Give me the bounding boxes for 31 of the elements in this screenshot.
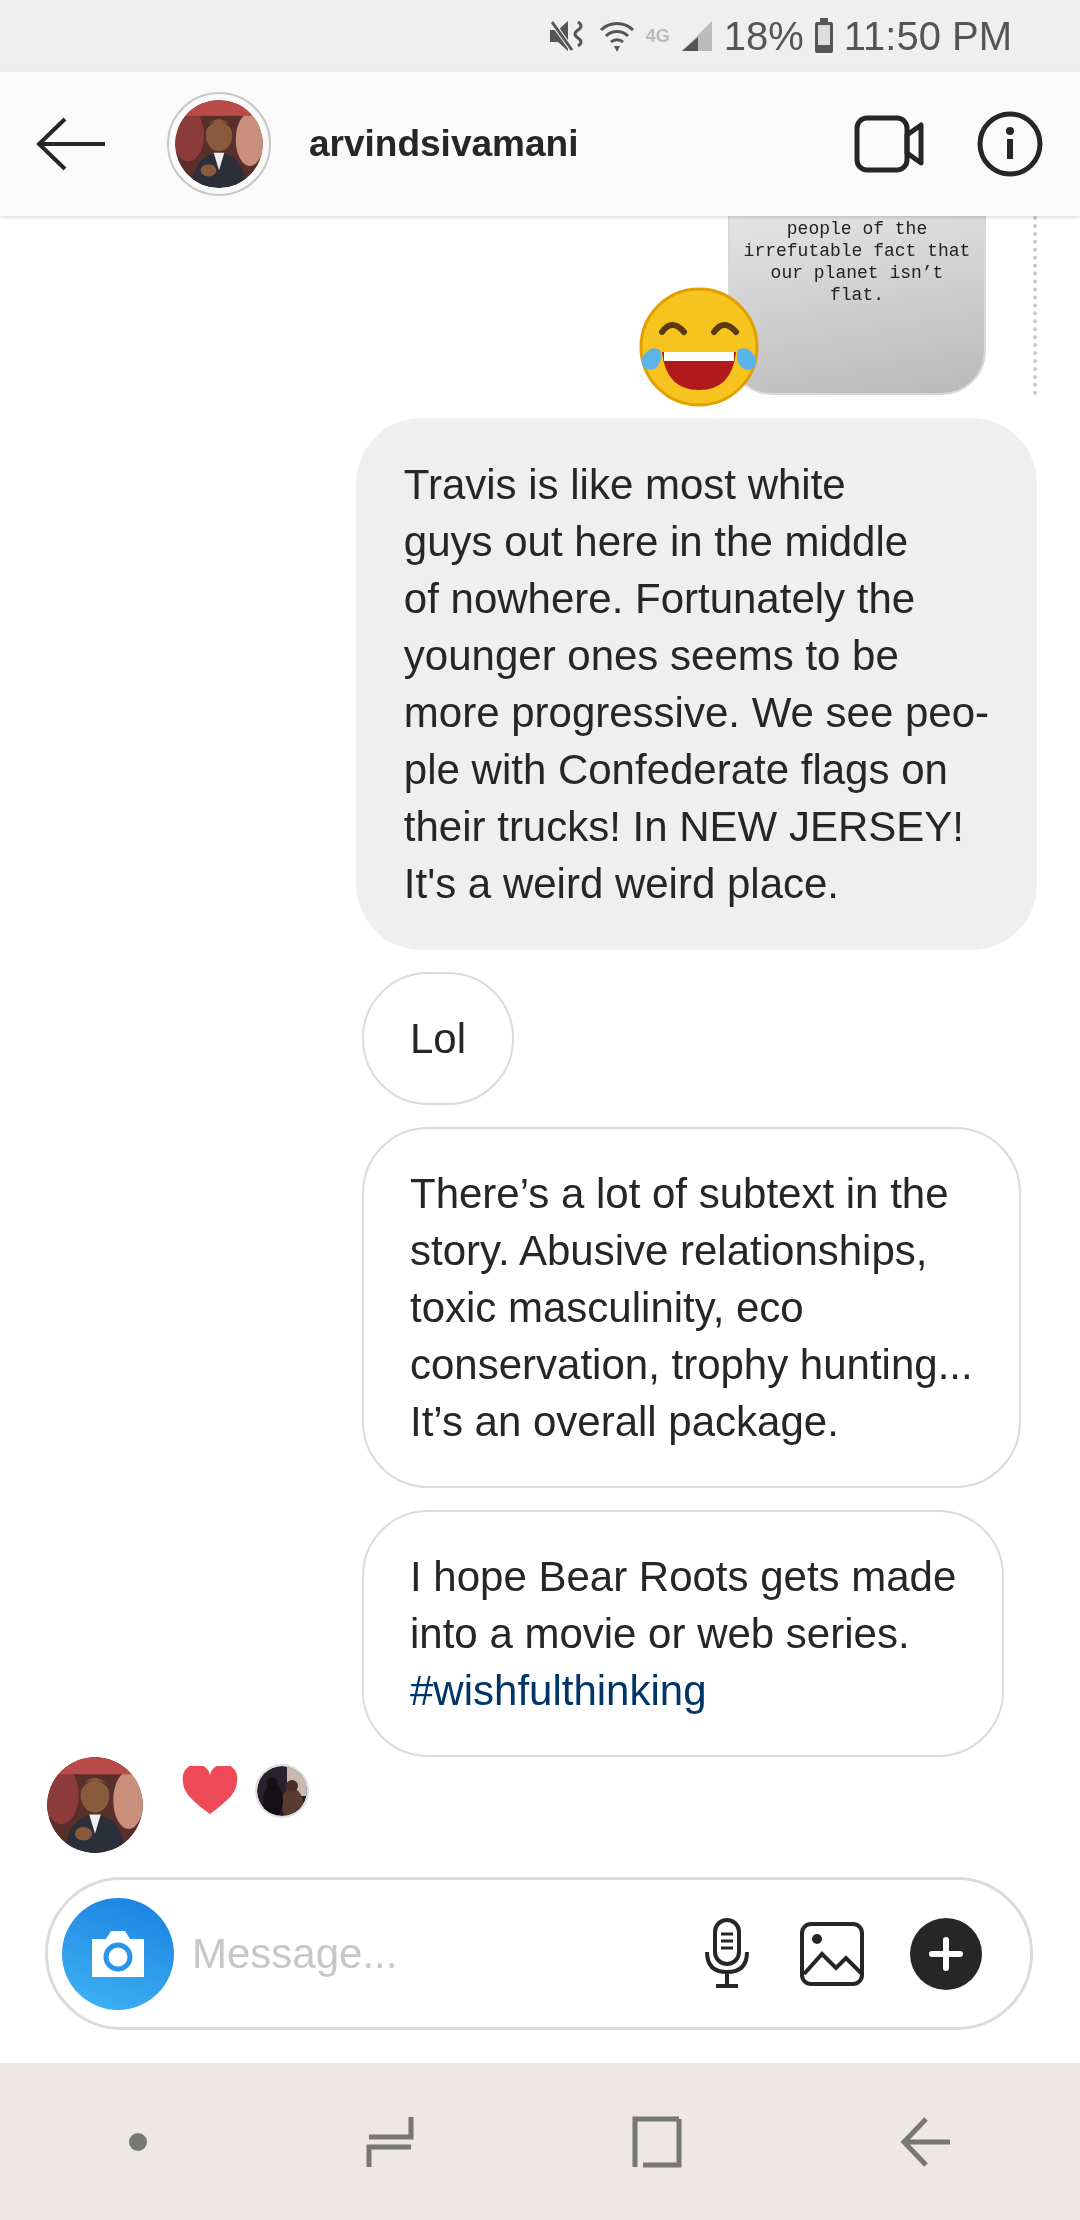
back-arrow-icon xyxy=(35,116,107,172)
clock: 11:50 PM xyxy=(843,16,1012,56)
username[interactable]: arvindsivamani xyxy=(309,123,854,165)
recents-button[interactable] xyxy=(364,2114,415,2169)
home-icon xyxy=(631,2114,684,2169)
story-text: people of the irrefutable fact that our planet isn’t flat. xyxy=(742,218,972,306)
video-camera-icon xyxy=(854,115,926,173)
dot-icon xyxy=(128,2131,149,2152)
dot-button[interactable] xyxy=(128,2131,149,2152)
sent-message: Travis is like most white guys out here in the middle of nowhere. Fortunately the younger ones seems to be more progressive. We see peo- ple with Confederate flags on their trucks! In NEW JERSEY! It's a weird weird place. xyxy=(355,418,1037,950)
received-message: Lol xyxy=(362,972,515,1105)
home-button[interactable] xyxy=(631,2114,684,2169)
profile-avatar[interactable] xyxy=(167,92,271,196)
received-message: There’s a lot of subtext in the story. Abusive relationships, toxic masculinity, eco conservation, trophy hunting... It’s an overall package. xyxy=(362,1127,1021,1488)
microphone-icon xyxy=(704,1917,750,1990)
message-field[interactable]: Message... xyxy=(190,1928,704,1979)
battery-percent: 18% xyxy=(723,16,804,56)
microphone-button[interactable] xyxy=(704,1917,750,1990)
back-nav-button[interactable] xyxy=(899,2116,952,2167)
info-icon xyxy=(977,111,1043,177)
gallery-button[interactable] xyxy=(800,1921,864,1986)
back-icon xyxy=(899,2116,952,2167)
battery-icon xyxy=(813,18,834,54)
image-icon xyxy=(800,1921,864,1986)
add-button[interactable] xyxy=(910,1917,982,1990)
recents-icon xyxy=(364,2114,415,2169)
message-text: I hope Bear Roots gets made into a movie or web series. xyxy=(410,1552,957,1659)
hashtag-link[interactable]: #wishfulthinking xyxy=(410,1662,957,1719)
reactor-avatar[interactable] xyxy=(255,1764,309,1818)
plus-icon xyxy=(910,1917,982,1990)
story-card[interactable]: people of the irrefutable fact that our planet isn’t flat. xyxy=(728,216,986,395)
